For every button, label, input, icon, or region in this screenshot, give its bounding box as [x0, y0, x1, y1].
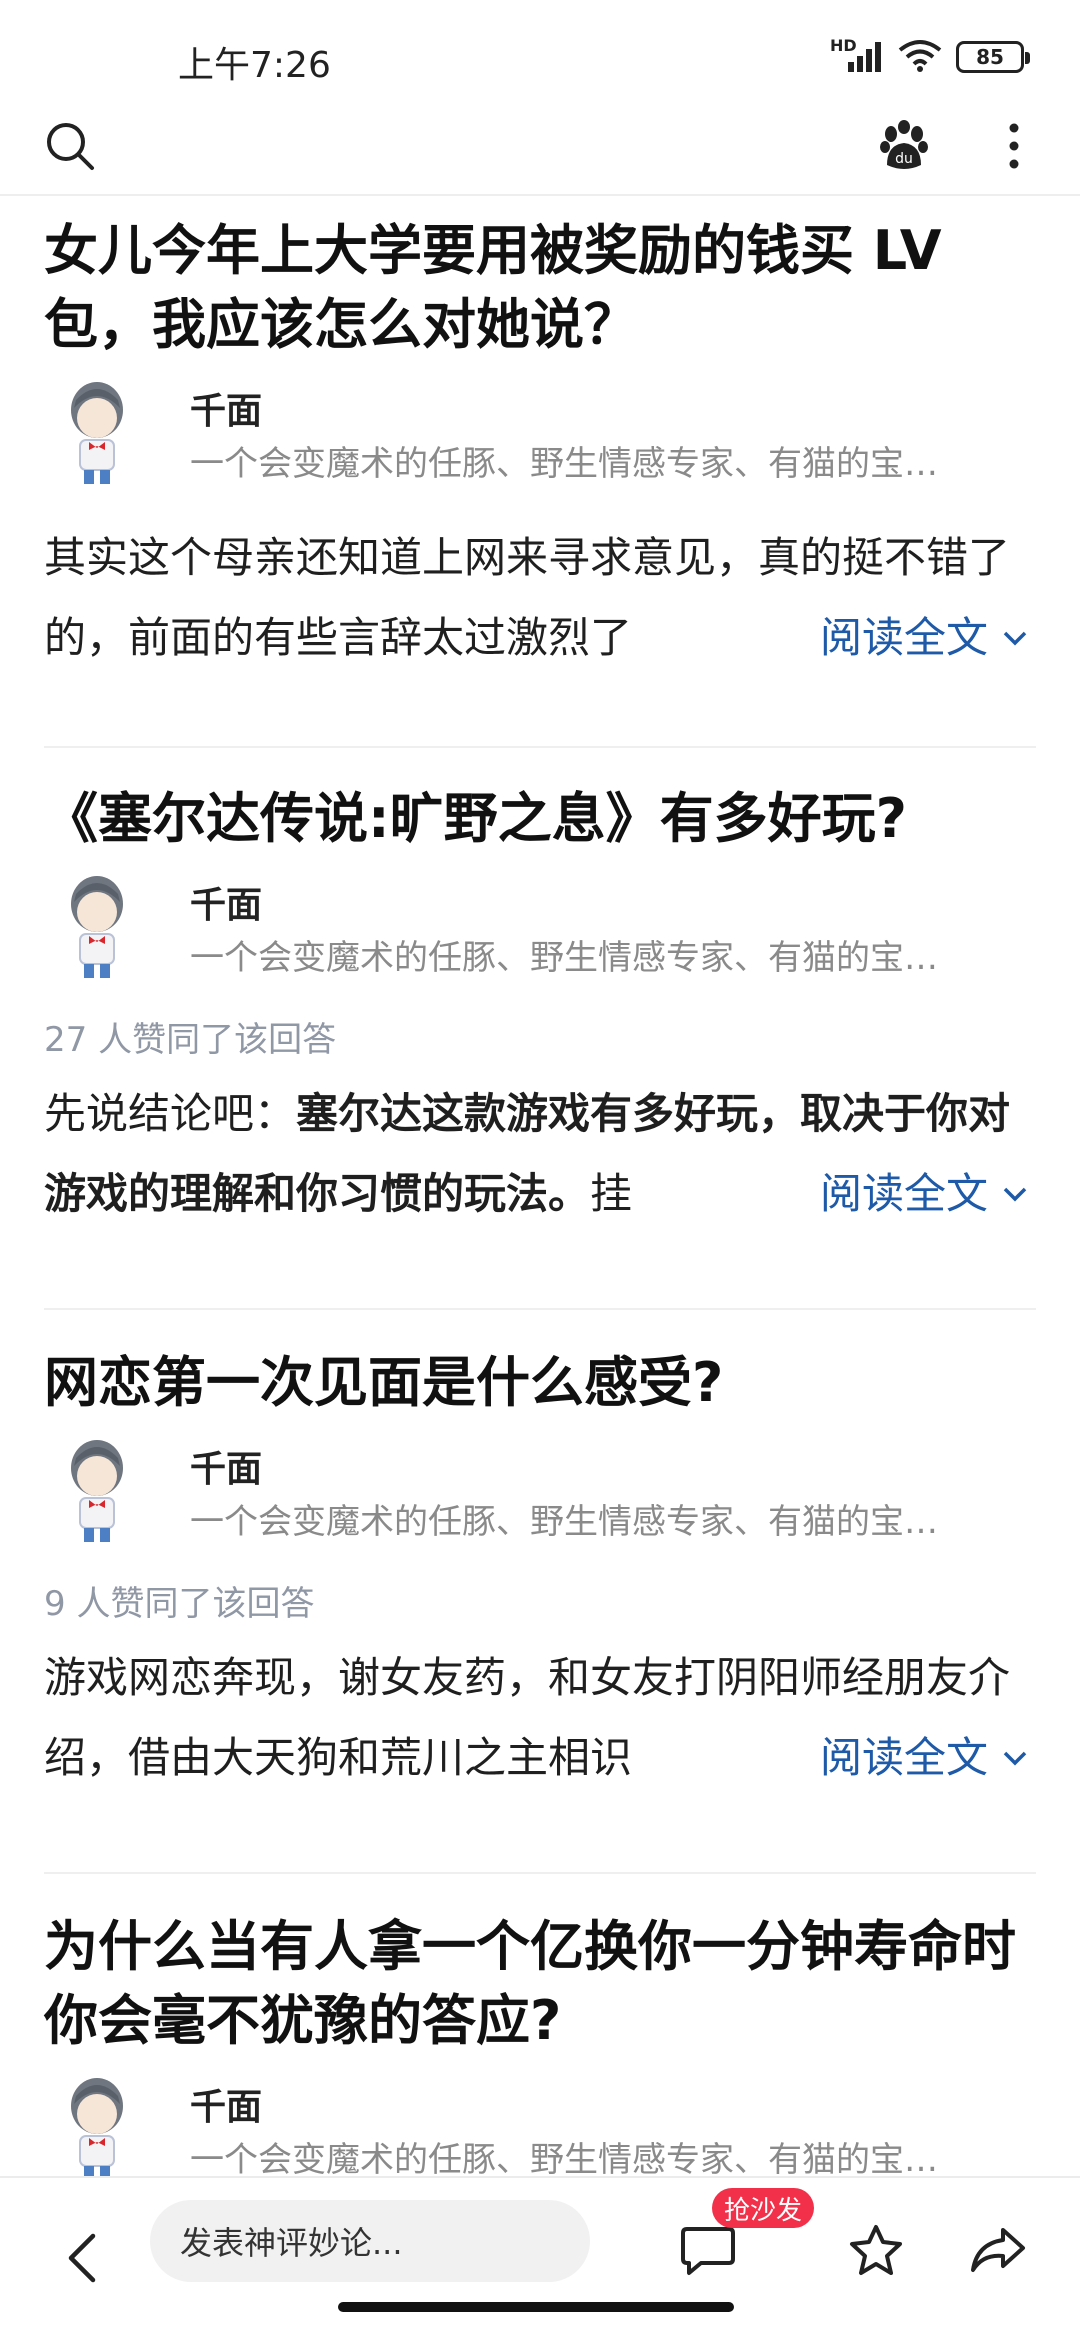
baidu-paw-icon[interactable]: du	[868, 110, 940, 182]
author-name[interactable]: 千面	[190, 876, 262, 928]
chevron-down-icon	[1003, 1187, 1027, 1202]
answer-card[interactable]: 女儿今年上大学要用被奖励的钱买 LV 包，我应该怎么对她说？ 千面 一个会变魔术…	[44, 214, 1036, 678]
author-bio: 一个会变魔术的任豚、野生情感专家、有猫的宝…	[190, 1502, 938, 1542]
sofa-badge[interactable]: 抢沙发	[712, 2188, 815, 2228]
more-vertical-icon[interactable]	[978, 110, 1050, 182]
author-row[interactable]: 千面 一个会变魔术的任豚、野生情感专家、有猫的宝…	[44, 1436, 1036, 1546]
card-divider	[44, 1308, 1036, 1310]
status-time: 上午7:26	[178, 45, 331, 86]
answer-excerpt[interactable]: 游戏网恋奔现，谢女友药，和女友打阴阳师经朋友介绍，借由大天狗和荒川之主相识 阅读…	[44, 1638, 1036, 1798]
read-more-overlay: 阅读全文	[676, 1718, 1036, 1798]
agree-count: 9 人赞同了该回答	[44, 1584, 315, 1624]
status-icons: HD 85	[830, 36, 1030, 76]
author-bio: 一个会变魔术的任豚、野生情感专家、有猫的宝…	[190, 2140, 938, 2176]
signal-icon: HD	[830, 36, 884, 74]
answer-card[interactable]: 为什么当有人拿一个亿换你一分钟寿命时你会毫不犹豫的答应? 千面 一个会变魔术的任…	[44, 1910, 1036, 2176]
question-title[interactable]: 女儿今年上大学要用被奖励的钱买 LV 包，我应该怎么对她说？	[44, 214, 1036, 362]
author-name[interactable]: 千面	[190, 2078, 262, 2130]
answer-card[interactable]: 网恋第一次见面是什么感受? 千面 一个会变魔术的任豚、野生情感专家、有猫的宝… …	[44, 1346, 1036, 1798]
home-indicator	[338, 2302, 734, 2312]
chevron-left-icon[interactable]	[50, 2222, 114, 2294]
answer-card[interactable]: 《塞尔达传说:旷野之息》有多好玩? 千面 一个会变魔术的任豚、野生情感专家、有猫…	[44, 782, 1036, 1234]
answer-excerpt[interactable]: 其实这个母亲还知道上网来寻求意见，真的挺不错了的，前面的有些言辞太过激烈了 阅读…	[44, 518, 1036, 678]
author-name[interactable]: 千面	[190, 382, 262, 434]
top-bar: du	[0, 110, 1080, 196]
read-more-overlay: 阅读全文	[676, 598, 1036, 678]
read-more-label: 阅读全文	[819, 1169, 988, 1218]
svg-text:du: du	[895, 151, 913, 167]
read-more-label: 阅读全文	[819, 613, 988, 662]
agree-count: 27 人赞同了该回答	[44, 1020, 337, 1060]
read-more-link[interactable]: 阅读全文	[820, 598, 1036, 678]
question-title[interactable]: 《塞尔达传说:旷野之息》有多好玩?	[44, 782, 1036, 856]
search-icon[interactable]	[34, 110, 106, 182]
star-icon[interactable]	[840, 2214, 912, 2286]
wifi-icon	[898, 38, 942, 76]
answer-excerpt[interactable]: 先说结论吧：塞尔达这款游戏有多好玩，取决于你对游戏的理解和你习惯的玩法。挂 阅读…	[44, 1074, 1036, 1234]
author-row[interactable]: 千面 一个会变魔术的任豚、野生情感专家、有猫的宝…	[44, 872, 1036, 982]
read-more-label: 阅读全文	[819, 1733, 988, 1782]
avatar[interactable]	[52, 1436, 142, 1546]
author-bio: 一个会变魔术的任豚、野生情感专家、有猫的宝…	[190, 938, 938, 978]
avatar[interactable]	[52, 872, 142, 982]
battery-indicator: 85	[956, 41, 1030, 73]
question-title[interactable]: 为什么当有人拿一个亿换你一分钟寿命时你会毫不犹豫的答应?	[44, 1910, 1036, 2058]
read-more-overlay: 阅读全文	[676, 1154, 1036, 1234]
bottom-action-bar: 发表神评妙论... 抢沙发	[0, 2176, 1080, 2340]
status-bar: 上午7:26 HD 85	[0, 0, 1080, 110]
read-more-link[interactable]: 阅读全文	[820, 1718, 1036, 1798]
read-more-link[interactable]: 阅读全文	[820, 1154, 1036, 1234]
question-title[interactable]: 网恋第一次见面是什么感受?	[44, 1346, 1036, 1420]
avatar[interactable]	[52, 2074, 142, 2176]
avatar[interactable]	[52, 378, 142, 488]
card-divider	[44, 1872, 1036, 1874]
author-name[interactable]: 千面	[190, 1440, 262, 1492]
excerpt-tail-text: 挂	[590, 1169, 633, 1218]
chevron-down-icon	[1003, 631, 1027, 646]
card-divider	[44, 746, 1036, 748]
excerpt-text: 先说结论吧：	[44, 1089, 297, 1138]
share-icon[interactable]	[962, 2214, 1034, 2286]
answer-feed: 女儿今年上大学要用被奖励的钱买 LV 包，我应该怎么对她说？ 千面 一个会变魔术…	[0, 196, 1080, 2176]
comment-input[interactable]: 发表神评妙论...	[150, 2200, 590, 2282]
author-row[interactable]: 千面 一个会变魔术的任豚、野生情感专家、有猫的宝…	[44, 2074, 1036, 2176]
chevron-down-icon	[1003, 1751, 1027, 1766]
author-row[interactable]: 千面 一个会变魔术的任豚、野生情感专家、有猫的宝…	[44, 378, 1036, 488]
author-bio: 一个会变魔术的任豚、野生情感专家、有猫的宝…	[190, 444, 938, 484]
